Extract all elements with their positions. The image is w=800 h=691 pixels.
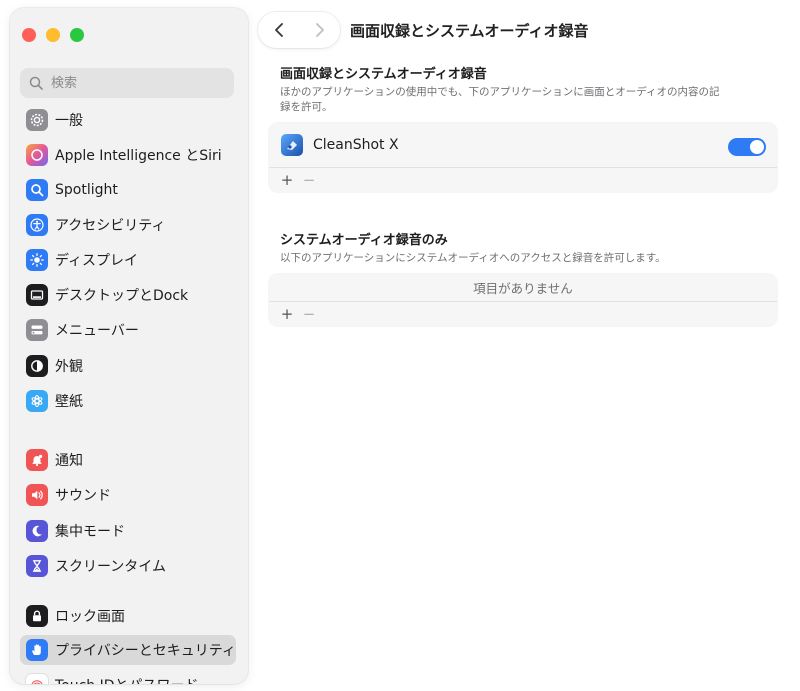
sidebar-item-label: Touch IDとパスワード — [55, 675, 199, 684]
remove-button[interactable]: − — [298, 305, 320, 323]
search-icon — [29, 76, 43, 90]
sidebar-item-label: 通知 — [55, 453, 83, 469]
sidebar-item-label: デスクトップとDock — [55, 288, 189, 304]
chevron-left-icon — [274, 23, 283, 37]
back-button[interactable] — [258, 12, 299, 48]
dock-icon — [26, 284, 48, 306]
section-system-audio: システムオーディオ録音のみ 以下のアプリケーションにシステムオーディオへのアクセ… — [280, 229, 720, 266]
minimize-button[interactable] — [46, 28, 60, 42]
sidebar-item-label: メニューバー — [55, 323, 139, 339]
sidebar-item-touch-id[interactable]: Touch IDとパスワード — [20, 670, 236, 684]
sidebar-item-label: スクリーンタイム — [55, 559, 167, 575]
accessibility-icon — [26, 214, 48, 236]
sidebar-item-appearance[interactable]: 外観 — [20, 351, 236, 381]
speaker-icon — [26, 484, 48, 506]
empty-list-message: 項目がありません — [473, 281, 573, 296]
sidebar-item-sound[interactable]: サウンド — [20, 480, 236, 510]
hourglass-icon — [26, 555, 48, 577]
sidebar-item-spotlight[interactable]: Spotlight — [20, 175, 236, 205]
list-item: CleanShot X — [269, 123, 777, 167]
app-name: CleanShot X — [313, 137, 399, 153]
sidebar-item-general[interactable]: 一般 — [20, 105, 236, 135]
chevron-right-icon — [315, 23, 324, 37]
sidebar-item-notifications[interactable]: 通知 — [20, 445, 236, 475]
sidebar-item-label: ロック画面 — [55, 609, 125, 625]
sidebar-item-label: アクセシビリティ — [55, 218, 166, 234]
lock-icon — [26, 605, 48, 627]
hand-icon — [26, 639, 48, 661]
sidebar-item-siri[interactable]: Apple Intelligence とSiri — [20, 140, 236, 170]
remove-button[interactable]: − — [298, 171, 320, 189]
sidebar: 一般 Apple Intelligence とSiri Spotlight アク… — [10, 8, 248, 684]
siri-icon — [26, 144, 48, 166]
sidebar-item-label: 外観 — [55, 359, 83, 375]
sidebar-item-accessibility[interactable]: アクセシビリティ — [20, 210, 236, 240]
wallpaper-icon — [26, 390, 48, 412]
sidebar-item-desktop-dock[interactable]: デスクトップとDock — [20, 280, 236, 310]
nav-buttons — [258, 12, 340, 48]
sidebar-item-display[interactable]: ディスプレイ — [20, 245, 236, 275]
sidebar-item-menubar[interactable]: メニューバー — [20, 315, 236, 345]
sun-icon — [26, 249, 48, 271]
window-controls — [22, 28, 84, 42]
gear-icon — [26, 109, 48, 131]
add-button[interactable]: + — [276, 305, 298, 323]
moon-icon — [26, 520, 48, 542]
search-field[interactable] — [20, 68, 234, 98]
close-button[interactable] — [22, 28, 36, 42]
appearance-icon — [26, 355, 48, 377]
fingerprint-icon — [26, 674, 48, 684]
cleanshot-app-icon — [281, 134, 303, 156]
sidebar-item-focus[interactable]: 集中モード — [20, 516, 236, 546]
search-input[interactable] — [49, 74, 223, 92]
sidebar-item-lock-screen[interactable]: ロック画面 — [20, 601, 236, 631]
bell-icon — [26, 449, 48, 471]
add-remove-bar: + − — [269, 301, 777, 326]
sidebar-item-label: プライバシーとセキュリティ — [55, 643, 236, 659]
settings-window: 一般 Apple Intelligence とSiri Spotlight アク… — [0, 0, 800, 691]
section-screen-recording: 画面収録とシステムオーディオ録音 ほかのアプリケーションの使用中でも、下のアプリ… — [280, 63, 720, 115]
screen-recording-app-list: CleanShot X + − — [269, 123, 777, 192]
sidebar-item-label: Spotlight — [55, 182, 118, 198]
section-description: 以下のアプリケーションにシステムオーディオへのアクセスと録音を許可します。 — [280, 252, 666, 264]
sidebar-item-label: 一般 — [55, 113, 83, 129]
section-description: ほかのアプリケーションの使用中でも、下のアプリケーションに画面とオーディオの内容… — [280, 86, 720, 113]
sidebar-item-label: ディスプレイ — [55, 253, 139, 269]
toolbar: 画面収録とシステムオーディオ録音 — [258, 12, 589, 48]
system-audio-app-list: 項目がありません + − — [269, 274, 777, 326]
sidebar-item-label: 集中モード — [55, 524, 125, 540]
magnifier-icon — [26, 179, 48, 201]
sidebar-item-label: 壁紙 — [55, 394, 83, 410]
sidebar-item-privacy-security[interactable]: プライバシーとセキュリティ — [20, 635, 236, 665]
add-button[interactable]: + — [276, 171, 298, 189]
sidebar-item-label: Apple Intelligence とSiri — [55, 148, 222, 164]
menubar-icon — [26, 319, 48, 341]
add-remove-bar: + − — [269, 167, 777, 192]
forward-button[interactable] — [299, 12, 340, 48]
page-title: 画面収録とシステムオーディオ録音 — [350, 21, 589, 40]
section-title: システムオーディオ録音のみ — [280, 233, 448, 248]
zoom-button[interactable] — [70, 28, 84, 42]
sidebar-item-label: サウンド — [55, 488, 111, 504]
sidebar-item-wallpaper[interactable]: 壁紙 — [20, 386, 236, 416]
section-title: 画面収録とシステムオーディオ録音 — [280, 67, 487, 82]
cleanshot-permission-toggle[interactable] — [728, 138, 766, 156]
sidebar-item-screen-time[interactable]: スクリーンタイム — [20, 551, 236, 581]
